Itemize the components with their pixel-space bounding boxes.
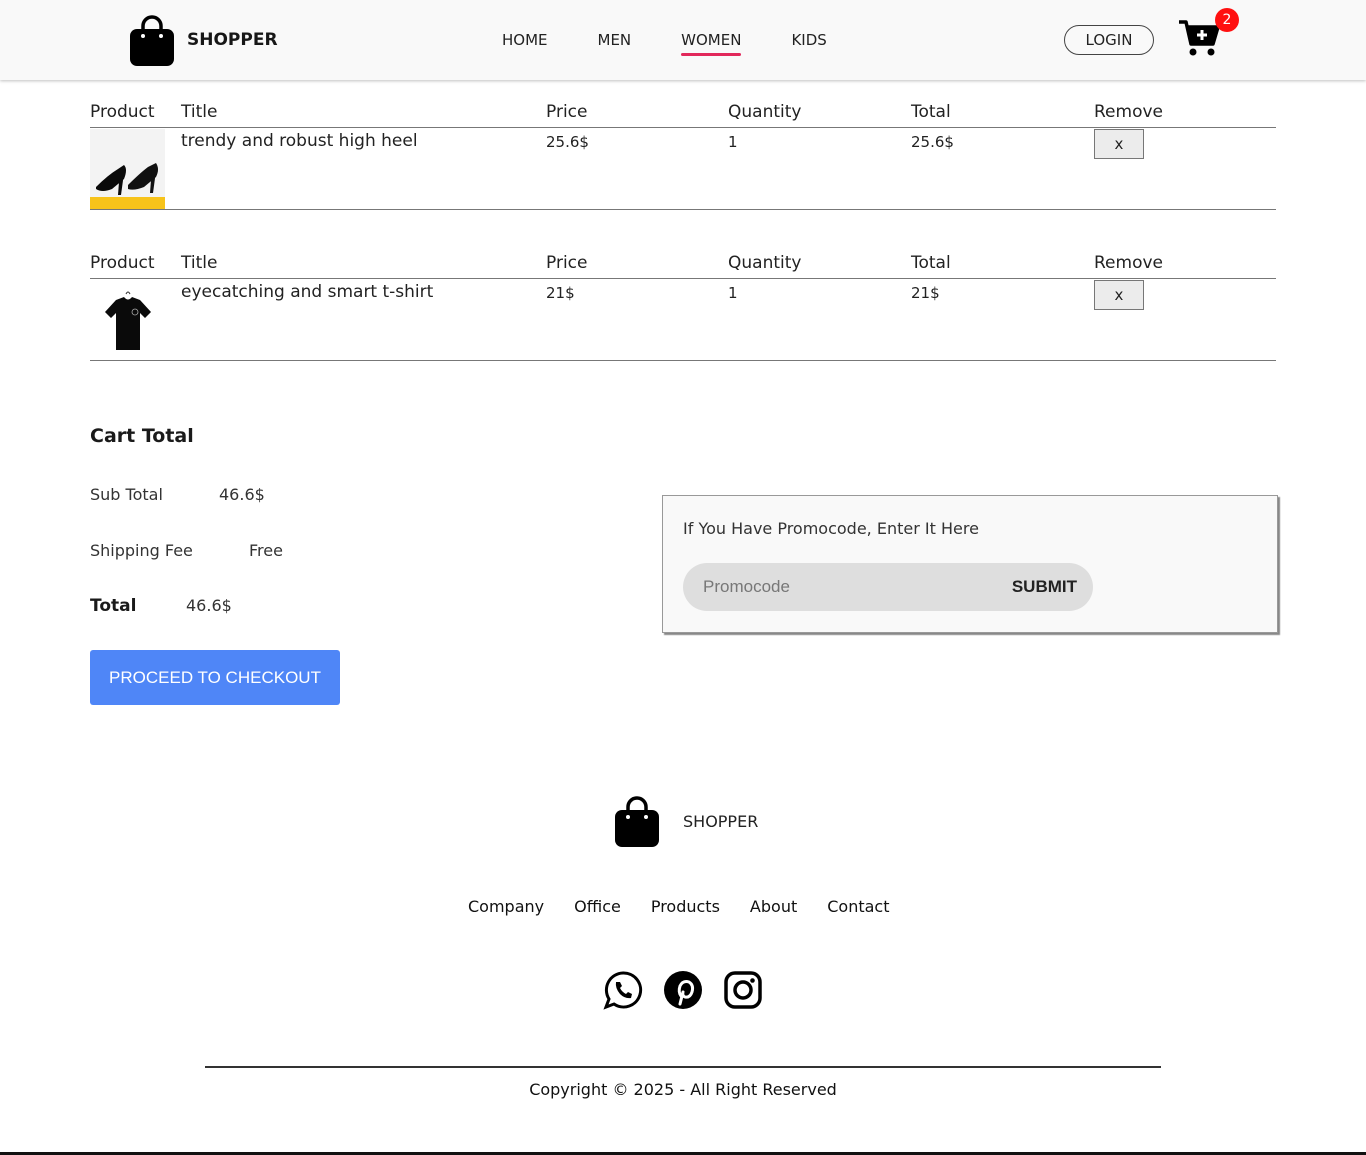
col-title: Title [181, 102, 218, 122]
total-value: 46.6$ [186, 596, 232, 615]
product-image [90, 129, 165, 209]
cart-item: Product Title Price Quantity Total Remov… [90, 98, 1276, 210]
item-title: eyecatching and smart t-shirt [181, 282, 434, 302]
nav-women[interactable]: WOMEN [681, 31, 742, 56]
col-quantity: Quantity [728, 253, 802, 273]
remove-item-button[interactable]: x [1094, 129, 1144, 159]
subtotal-label: Sub Total [90, 485, 163, 504]
footer-brand-name: SHOPPER [683, 811, 759, 831]
promo-input[interactable] [703, 575, 983, 599]
promo-prompt: If You Have Promocode, Enter It Here [683, 519, 979, 538]
pinterest-icon[interactable] [663, 970, 703, 1010]
footer-links: Company Office Products About Contact [468, 897, 919, 916]
brand-logo[interactable]: SHOPPER [130, 14, 278, 66]
shopping-bag-icon [615, 796, 659, 847]
high-heel-image [90, 129, 165, 209]
nav-home[interactable]: HOME [502, 31, 548, 49]
promo-submit-button[interactable]: SUBMIT [1012, 575, 1077, 599]
col-total: Total [911, 253, 951, 273]
instagram-icon[interactable] [723, 970, 763, 1010]
checkout-button[interactable]: PROCEED TO CHECKOUT [90, 650, 340, 705]
subtotal-row: Sub Total 46.6$ [90, 485, 265, 504]
shopping-bag-icon [130, 15, 174, 66]
navbar: SHOPPER HOME MEN WOMEN KIDS LOGIN [0, 0, 1366, 80]
cart-icon [1179, 20, 1220, 56]
footer-brand[interactable]: SHOPPER [614, 795, 758, 847]
subtotal-value: 46.6$ [219, 485, 265, 504]
footer-divider [205, 1066, 1161, 1068]
cart-table-header: Product Title Price Quantity Total Remov… [90, 249, 1276, 279]
remove-item-button[interactable]: x [1094, 280, 1144, 310]
item-total: 25.6$ [911, 133, 954, 151]
cart-button[interactable] [1178, 16, 1220, 58]
footer-link-office[interactable]: Office [574, 897, 621, 916]
col-price: Price [546, 102, 588, 122]
footer-link-products[interactable]: Products [651, 897, 720, 916]
col-total: Total [911, 102, 951, 122]
footer-link-contact[interactable]: Contact [827, 897, 889, 916]
copyright-text: Copyright © 2025 - All Right Reserved [529, 1080, 837, 1099]
col-price: Price [546, 253, 588, 273]
cart-total-heading: Cart Total [90, 425, 194, 447]
total-label: Total [90, 596, 137, 616]
col-remove: Remove [1094, 253, 1163, 273]
col-product: Product [90, 253, 155, 273]
brand-name: SHOPPER [187, 30, 278, 50]
table-row: eyecatching and smart t-shirt 21$ 1 21$ … [90, 279, 1276, 361]
product-image [90, 280, 165, 360]
item-price: 25.6$ [546, 133, 589, 151]
item-quantity: 1 [728, 284, 738, 302]
social-links [603, 970, 783, 1010]
t-shirt-image [90, 280, 165, 360]
nav-kids[interactable]: KIDS [791, 31, 826, 49]
item-quantity: 1 [728, 133, 738, 151]
col-title: Title [181, 253, 218, 273]
cart-count-badge: 2 [1215, 8, 1239, 32]
col-quantity: Quantity [728, 102, 802, 122]
col-product: Product [90, 102, 155, 122]
item-total: 21$ [911, 284, 940, 302]
nav-men[interactable]: MEN [598, 31, 632, 49]
footer-link-about[interactable]: About [750, 897, 797, 916]
login-button[interactable]: LOGIN [1064, 25, 1154, 55]
main-nav: HOME MEN WOMEN KIDS [502, 31, 877, 56]
shipping-label: Shipping Fee [90, 541, 193, 560]
cart-item: Product Title Price Quantity Total Remov… [90, 249, 1276, 361]
promo-form: SUBMIT [683, 563, 1093, 611]
footer-link-company[interactable]: Company [468, 897, 544, 916]
shipping-row: Shipping Fee Free [90, 541, 283, 560]
item-price: 21$ [546, 284, 575, 302]
item-title: trendy and robust high heel [181, 131, 418, 151]
whatsapp-icon[interactable] [603, 970, 643, 1010]
col-remove: Remove [1094, 102, 1163, 122]
shipping-value: Free [249, 541, 283, 560]
total-row: Total 46.6$ [90, 596, 232, 616]
cart-table-header: Product Title Price Quantity Total Remov… [90, 98, 1276, 128]
promo-box: If You Have Promocode, Enter It Here SUB… [662, 495, 1278, 633]
table-row: trendy and robust high heel 25.6$ 1 25.6… [90, 128, 1276, 210]
